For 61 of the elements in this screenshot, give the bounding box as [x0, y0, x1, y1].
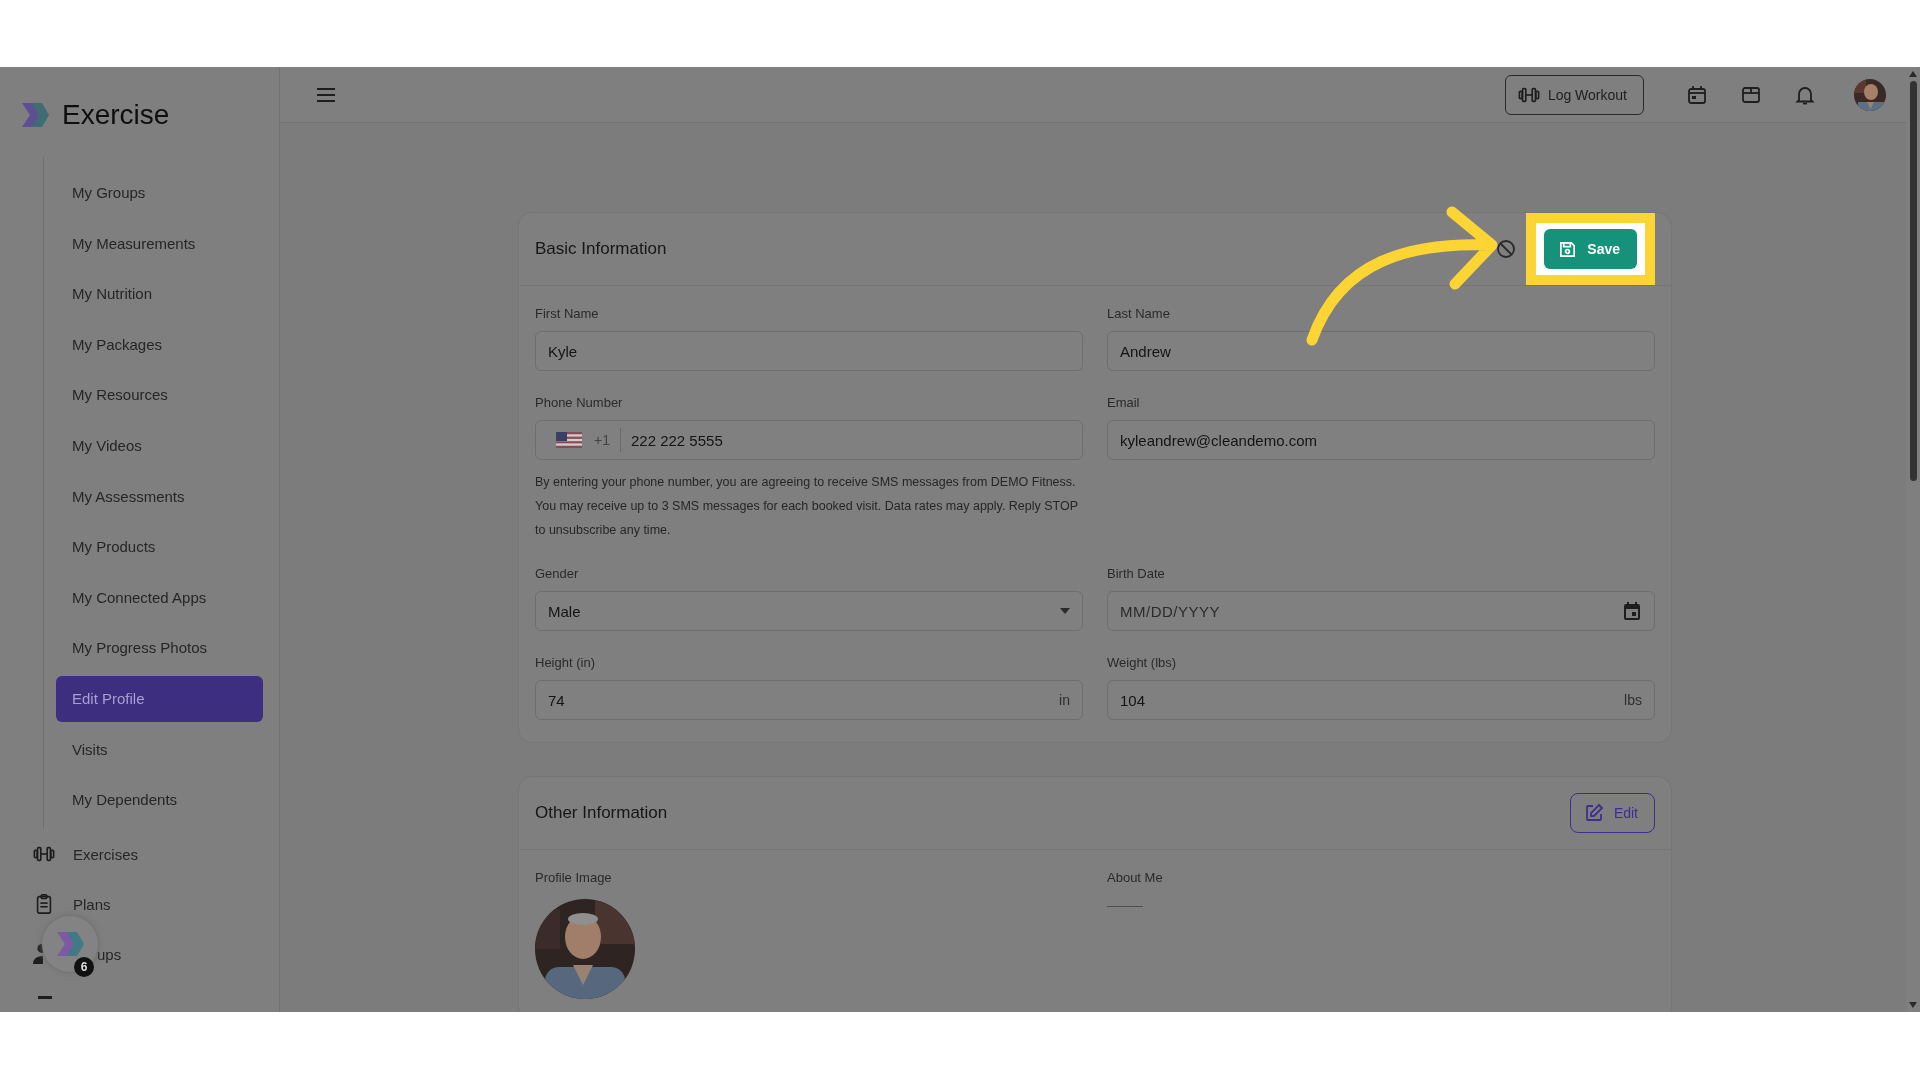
scrollbar-thumb[interactable] [1909, 81, 1917, 481]
sidebar-item[interactable]: My Measurements [56, 220, 263, 267]
log-workout-button[interactable]: Log Workout [1504, 74, 1644, 115]
field-label: Last Name [1107, 306, 1171, 321]
input-field[interactable]: 104 lbs [1107, 680, 1655, 720]
sidebar-item[interactable]: My Groups [56, 169, 263, 216]
sidebar-item[interactable]: ups [97, 945, 122, 963]
cancel-icon[interactable] [1496, 239, 1517, 259]
sidebar-item[interactable]: My Connected Apps [56, 574, 263, 621]
sidebar-item[interactable]: Visits [56, 726, 263, 773]
caret-icon [1060, 608, 1070, 614]
field-label: Height (in) [535, 655, 596, 670]
input-field[interactable]: Kyle [535, 331, 1083, 371]
field-label: Birth Date [1107, 566, 1166, 581]
card-title: Other Information [535, 803, 668, 823]
date-field[interactable]: MM/DD/YYYY [1107, 591, 1655, 631]
calendar-icon[interactable] [1622, 601, 1642, 621]
logo-icon [55, 929, 85, 959]
field-label: Gender [535, 566, 580, 581]
person-icon [33, 944, 43, 965]
logo-text: Exercise [62, 99, 170, 131]
flag-icon [556, 432, 582, 448]
sidebar-item[interactable]: My Assessments [56, 473, 263, 520]
input-field[interactable]: Andrew [1107, 331, 1655, 371]
sidebar-item[interactable]: My Videos [56, 422, 263, 469]
field-label: About Me [1107, 870, 1164, 885]
save-icon [1558, 239, 1578, 259]
sidebar-item[interactable]: My Progress Photos [56, 624, 263, 671]
sidebar-item[interactable]: Exercises [73, 845, 139, 863]
bell-icon[interactable] [1795, 84, 1815, 105]
menu-icon[interactable] [316, 86, 336, 103]
card-title: Basic Information [535, 239, 667, 259]
scroll-down-icon[interactable] [1909, 1002, 1917, 1008]
phone-field[interactable]: +1 222 222 5555 [535, 420, 1083, 460]
edit-icon [1583, 803, 1604, 823]
sidebar-item[interactable]: My Nutrition [56, 270, 263, 317]
input-field[interactable]: 74 in [535, 680, 1083, 720]
scroll-up-icon[interactable] [1909, 71, 1917, 77]
sidebar-item[interactable]: Edit Profile [56, 675, 263, 722]
sidebar-item[interactable]: Plans [73, 895, 111, 913]
dash-icon [38, 996, 52, 1000]
field-label: Email [1107, 395, 1141, 410]
empty-value: ——— [1107, 899, 1144, 913]
field-label: Profile Image [535, 870, 613, 885]
field-label: First Name [535, 306, 600, 321]
field-label: Phone Number [535, 395, 624, 410]
sidebar-item[interactable]: My Dependents [56, 776, 263, 823]
chat-launcher[interactable] [42, 916, 98, 972]
calendar-icon[interactable] [1687, 84, 1707, 105]
save-button[interactable]: Save [1544, 229, 1637, 269]
input-field[interactable]: kyleandrew@cleandemo.com [1107, 420, 1655, 460]
edit-button[interactable]: Edit [1569, 793, 1655, 833]
sidebar-item[interactable]: My Products [56, 523, 263, 570]
notification-badge: 6 [74, 957, 94, 977]
dropdown-field[interactable]: Male [535, 591, 1083, 631]
consent-note: By entering your phone number, you are agreeing to receive SMS messages from DEMO Fitness. You may receive up to 3 SMS messages for each booked visit. Data rates may apply. Reply STOP to unsubscribe any time. [535, 474, 1079, 539]
box-icon[interactable] [1741, 84, 1761, 105]
sidebar-item[interactable]: My Packages [56, 321, 263, 368]
field-label: Weight (lbs) [1107, 655, 1178, 670]
sidebar-item[interactable]: My Resources [56, 371, 263, 418]
logo-icon [20, 100, 50, 130]
